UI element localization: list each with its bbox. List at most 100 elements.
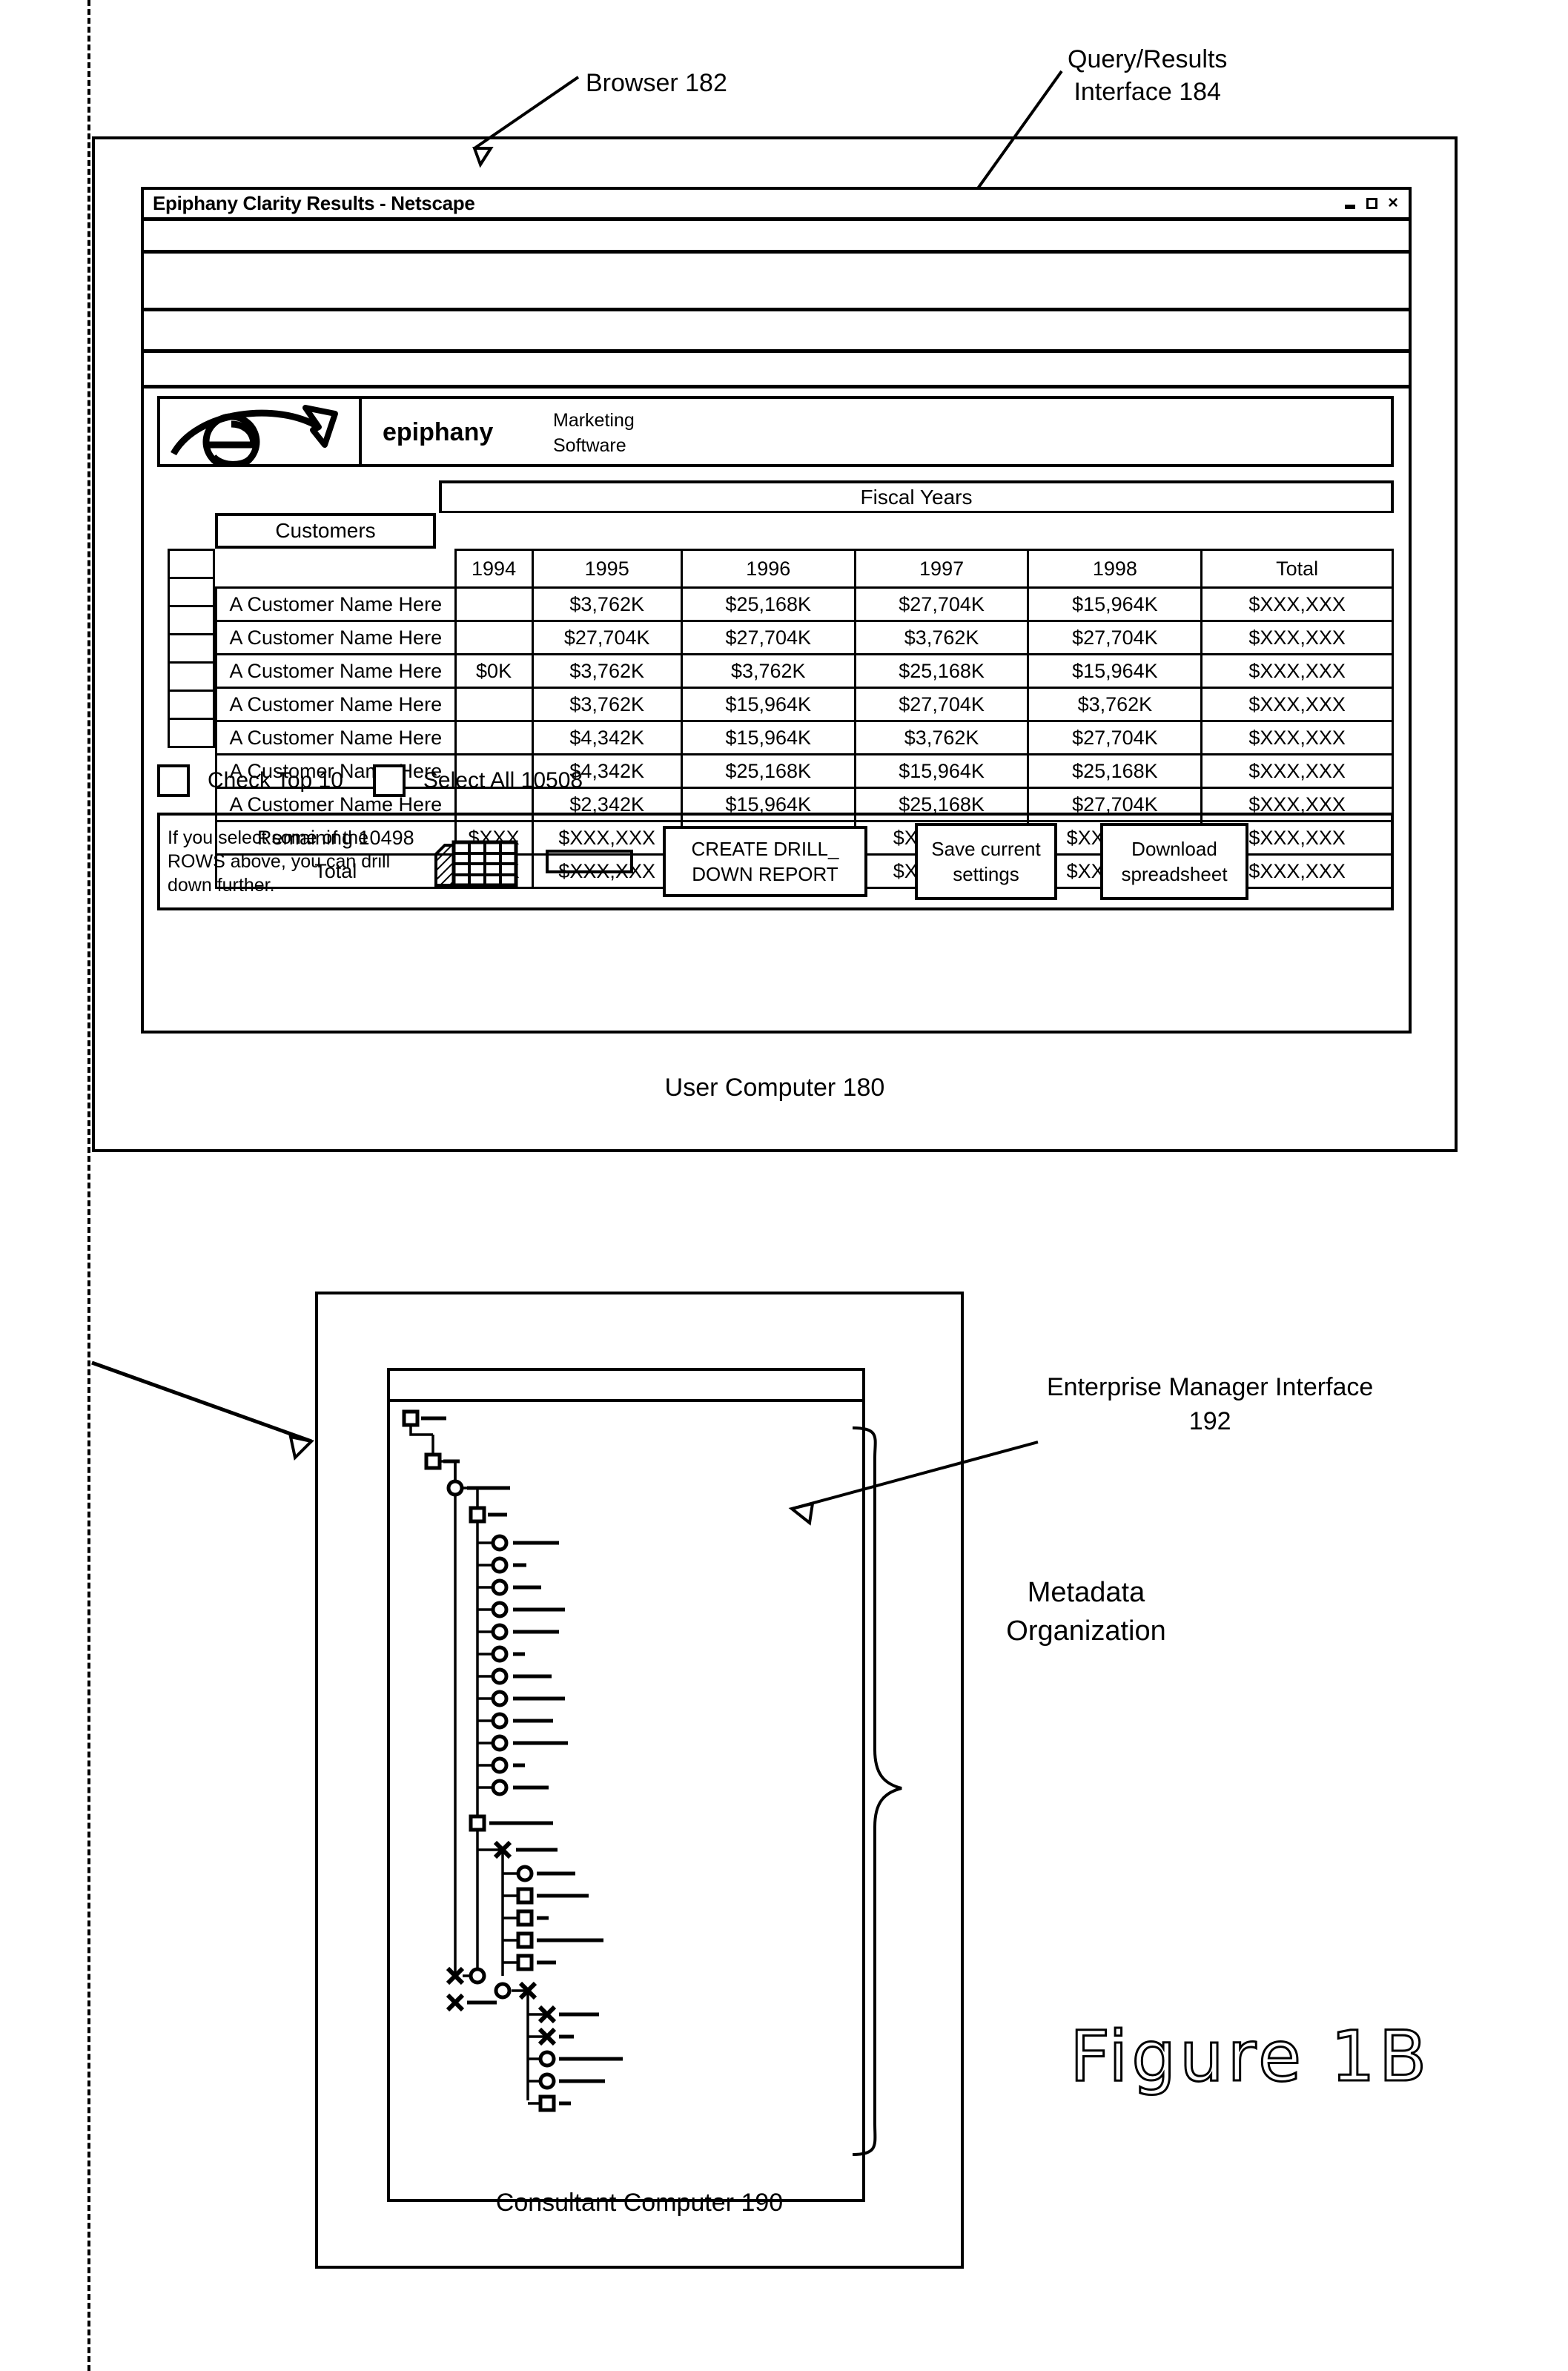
value-cell-Total: $XXX,XXX <box>1200 720 1394 755</box>
customer-name-cell: A Customer Name Here <box>215 687 457 722</box>
value-cell-1996: $15,964K <box>680 687 856 722</box>
value-cell-1997: $27,704K <box>853 687 1030 722</box>
tree-node-circle[interactable] <box>491 1690 509 1707</box>
tree-node-circle[interactable] <box>491 1623 509 1641</box>
selection-controls: Check Top 10 Select All 10508 <box>157 759 1394 802</box>
value-cell-Total: $XXX,XXX <box>1200 687 1394 722</box>
tree-node-square[interactable] <box>516 1954 534 1971</box>
value-cell-Total: $XXX,XXX <box>1200 620 1394 655</box>
browser-toolbar[interactable] <box>144 254 1409 311</box>
tree-node-circle[interactable] <box>491 1712 509 1730</box>
tree-node-square[interactable] <box>469 1506 486 1524</box>
tree-node-circle[interactable] <box>491 1779 509 1796</box>
table-row[interactable]: A Customer Name Here $27,704K $27,704K $3,7… <box>215 620 1394 655</box>
spreadsheet-grid-icon[interactable] <box>433 835 520 888</box>
row-select-column <box>168 549 215 748</box>
enterprise-manager-window <box>387 1368 865 2202</box>
tree-node-square[interactable] <box>424 1452 442 1470</box>
tree-node-circle[interactable] <box>538 2072 556 2090</box>
tree-node-circle[interactable] <box>491 1601 509 1618</box>
browser-location-bar[interactable] <box>144 311 1409 353</box>
value-cell-1995: $3,762K <box>531 687 683 722</box>
row-select-checkbox[interactable] <box>168 605 215 635</box>
close-icon[interactable]: × <box>1383 194 1403 213</box>
tree-node-circle[interactable] <box>491 1734 509 1752</box>
tree-node-circle[interactable] <box>491 1534 509 1552</box>
value-cell-1995: $3,762K <box>531 586 683 622</box>
value-cell-1998: $15,964K <box>1027 653 1203 689</box>
save-line1: Save current <box>931 838 1041 860</box>
column-header-1997: 1997 <box>853 549 1030 589</box>
epiphany-e-logo <box>160 399 362 466</box>
callout-query-line1: Query/Results <box>1068 45 1228 73</box>
value-cell-1998: $27,704K <box>1027 620 1203 655</box>
row-select-checkbox[interactable] <box>168 577 215 607</box>
browser-window: Epiphany Clarity Results - Netscape × ep… <box>141 187 1412 1034</box>
tree-node-circle[interactable] <box>491 1578 509 1596</box>
tree-node-circle[interactable] <box>469 1967 486 1985</box>
metadata-line2: Organization <box>1006 1616 1166 1647</box>
value-cell-1995: $27,704K <box>531 620 683 655</box>
customer-name-cell: A Customer Name Here <box>215 720 457 755</box>
page-margin-rule <box>87 0 90 2371</box>
value-cell-Total: $XXX,XXX <box>1200 586 1394 622</box>
tree-node-circle[interactable] <box>491 1667 509 1685</box>
value-cell-1994 <box>454 687 534 722</box>
tree-node-x[interactable] <box>446 1993 465 2012</box>
maximize-icon[interactable] <box>1362 194 1381 213</box>
value-cell-1996: $25,168K <box>680 586 856 622</box>
browser-titlebar[interactable]: Epiphany Clarity Results - Netscape × <box>144 190 1409 221</box>
value-cell-1994: $0K <box>454 653 534 689</box>
download-spreadsheet-button[interactable]: Download spreadsheet <box>1100 823 1248 900</box>
table-row[interactable]: A Customer Name Here $4,342K $15,964K $3,76… <box>215 720 1394 755</box>
row-select-checkbox[interactable] <box>168 718 215 748</box>
tree-node-circle[interactable] <box>491 1756 509 1774</box>
tree-node-square[interactable] <box>516 1931 534 1949</box>
browser-title-text: Epiphany Clarity Results - Netscape <box>153 192 475 214</box>
metadata-brace <box>852 1426 902 2156</box>
customer-name-cell: A Customer Name Here <box>215 653 457 689</box>
tree-node-square[interactable] <box>469 1814 486 1832</box>
browser-menu-bar[interactable] <box>144 221 1409 254</box>
row-select-checkbox[interactable] <box>168 661 215 692</box>
tree-node-square[interactable] <box>516 1887 534 1905</box>
tree-node-square[interactable] <box>538 2094 556 2112</box>
column-header-1994: 1994 <box>454 549 534 589</box>
drill-hint-line1: If you select some of the <box>168 827 368 848</box>
check-top-10-label: Check Top 10 <box>208 768 343 793</box>
drill-hint-line2: ROWS above, you can drill <box>168 851 391 872</box>
tree-node-circle[interactable] <box>538 2050 556 2068</box>
tree-node-circle[interactable] <box>516 1865 534 1882</box>
check-top-10-checkbox[interactable] <box>157 764 190 797</box>
drill-text-input[interactable] <box>546 850 633 873</box>
callout-enterprise-manager-192: Enterprise Manager Interface 192 <box>1047 1370 1373 1438</box>
figure-label: Figure 1B <box>1068 2016 1431 2099</box>
table-row[interactable]: A Customer Name Here $3,762K $15,964K $27,7… <box>215 687 1394 722</box>
value-cell-Total: $XXX,XXX <box>1200 653 1394 689</box>
browser-links-bar[interactable] <box>144 353 1409 388</box>
tree-node-circle[interactable] <box>446 1479 464 1497</box>
value-cell-1998: $15,964K <box>1027 586 1203 622</box>
table-row[interactable]: A Customer Name Here $0K $3,762K $3,762K $25… <box>215 653 1394 689</box>
row-select-checkbox[interactable] <box>168 690 215 720</box>
save-current-settings-button[interactable]: Save current settings <box>915 823 1057 900</box>
value-cell-1994 <box>454 586 534 622</box>
enterprise-manager-titlebar[interactable] <box>390 1371 862 1402</box>
brand-tagline-line2: Software <box>553 435 626 456</box>
tree-node-circle[interactable] <box>491 1556 509 1574</box>
metadata-tree[interactable] <box>390 1405 865 2198</box>
minimize-icon[interactable] <box>1340 194 1360 213</box>
tree-node-square[interactable] <box>516 1909 534 1927</box>
row-select-checkbox[interactable] <box>168 633 215 664</box>
brand-bar: epiphany Marketing Software <box>157 396 1394 467</box>
row-select-checkbox[interactable] <box>168 549 215 579</box>
table-row[interactable]: A Customer Name Here $3,762K $25,168K $27,7… <box>215 586 1394 622</box>
select-all-checkbox[interactable] <box>372 764 406 797</box>
tree-node-square[interactable] <box>402 1409 420 1427</box>
value-cell-1997: $27,704K <box>853 586 1030 622</box>
tree-node-circle[interactable] <box>491 1645 509 1663</box>
tree-node-circle[interactable] <box>494 1982 512 2000</box>
brand-tagline-line1: Marketing <box>553 410 635 431</box>
callout-browser-182: Browser 182 <box>586 69 727 97</box>
create-drill-down-report-button[interactable]: CREATE DRILL_ DOWN REPORT <box>663 826 867 897</box>
